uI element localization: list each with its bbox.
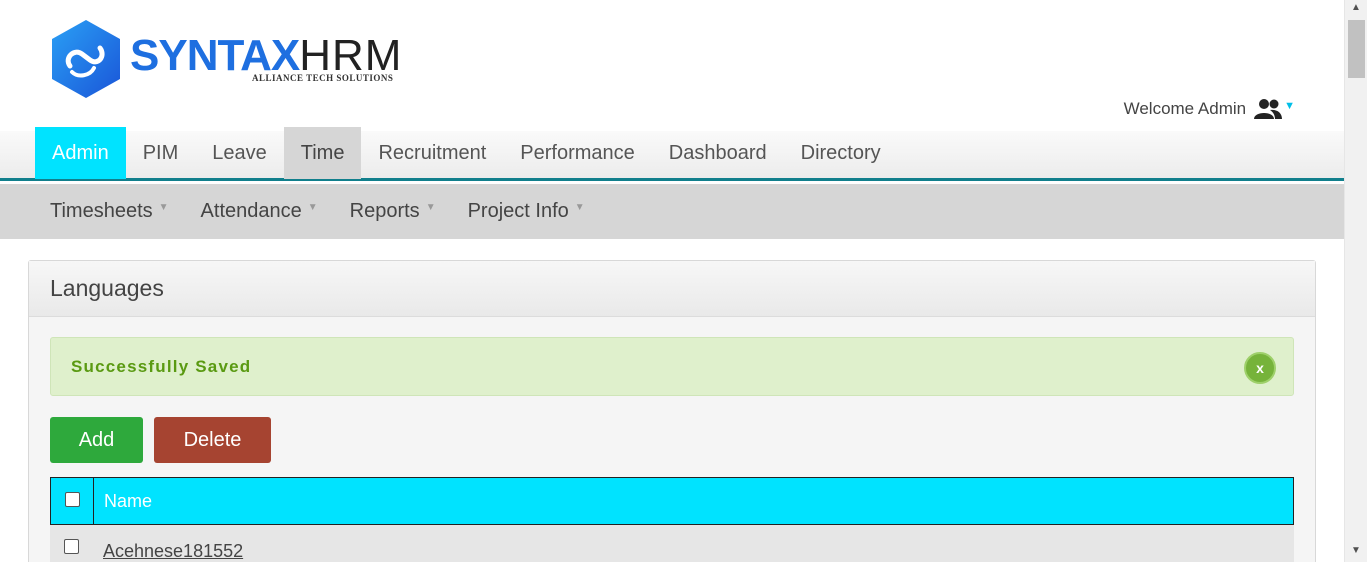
users-icon[interactable]: [1254, 98, 1283, 120]
caret-down-icon: ▼: [158, 202, 169, 213]
select-all-checkbox[interactable]: [64, 492, 80, 507]
syntaxhrm-logo[interactable]: SYNTAXHRM ALLIANCE TECH SOLUTIONS: [50, 18, 410, 100]
subnav-timesheets-label: Timesheets: [50, 200, 153, 222]
tab-recruitment[interactable]: Recruitment: [361, 127, 503, 179]
subnav-timesheets[interactable]: Timesheets ▼: [50, 200, 169, 223]
tab-admin[interactable]: Admin: [35, 127, 126, 179]
tab-directory[interactable]: Directory: [784, 127, 898, 179]
subnav-attendance[interactable]: Attendance ▼: [201, 200, 318, 223]
main-nav: Admin PIM Leave Time Recruitment Perform…: [0, 127, 1344, 181]
scroll-thumb[interactable]: [1348, 20, 1365, 78]
table-header: Name: [50, 477, 1294, 525]
tab-pim[interactable]: PIM: [126, 127, 196, 179]
tab-time[interactable]: Time: [283, 127, 362, 179]
language-name-link[interactable]: Acehnese181552: [93, 525, 243, 562]
scroll-down-arrow-icon[interactable]: ▼: [1351, 545, 1361, 556]
logo-hexagon-icon: [52, 20, 120, 98]
select-all-cell: [51, 478, 94, 524]
logo-tagline: ALLIANCE TECH SOLUTIONS: [252, 73, 394, 83]
alert-message: Successfully Saved: [71, 356, 252, 376]
languages-panel: Languages Successfully Saved x Add Delet…: [28, 260, 1316, 562]
caret-down-icon: ▼: [574, 202, 585, 213]
caret-down-icon: ▼: [425, 202, 436, 213]
row-select-cell: [50, 525, 93, 562]
sub-nav: Timesheets ▼ Attendance ▼ Reports ▼ Proj…: [0, 184, 1344, 239]
caret-down-icon: ▼: [307, 202, 318, 213]
add-button[interactable]: Add: [50, 417, 143, 463]
tab-dashboard[interactable]: Dashboard: [652, 127, 784, 179]
subnav-reports-label: Reports: [349, 200, 420, 222]
tab-performance[interactable]: Performance: [503, 127, 652, 179]
welcome-text: Welcome Admin: [1123, 99, 1247, 118]
page-scrollbar[interactable]: ▲ ▼: [1344, 0, 1367, 562]
row-checkbox[interactable]: [64, 539, 79, 554]
close-icon[interactable]: x: [1244, 352, 1276, 384]
table-row: Acehnese181552: [50, 525, 1294, 562]
languages-table: Name Acehnese181552: [50, 477, 1294, 562]
subnav-project-info[interactable]: Project Info ▼: [468, 200, 585, 223]
subnav-reports[interactable]: Reports ▼: [350, 200, 436, 223]
delete-button[interactable]: Delete: [154, 417, 271, 463]
column-header-name[interactable]: Name: [94, 478, 152, 524]
scroll-up-arrow-icon[interactable]: ▲: [1351, 2, 1361, 13]
tab-leave[interactable]: Leave: [195, 127, 284, 179]
subnav-project-info-label: Project Info: [467, 200, 569, 222]
success-alert: Successfully Saved x: [50, 337, 1294, 396]
panel-title: Languages: [29, 261, 1315, 317]
welcome-menu[interactable]: Welcome Admin ▼: [1124, 98, 1295, 120]
caret-down-icon[interactable]: ▼: [1284, 100, 1295, 112]
subnav-attendance-label: Attendance: [200, 200, 302, 222]
